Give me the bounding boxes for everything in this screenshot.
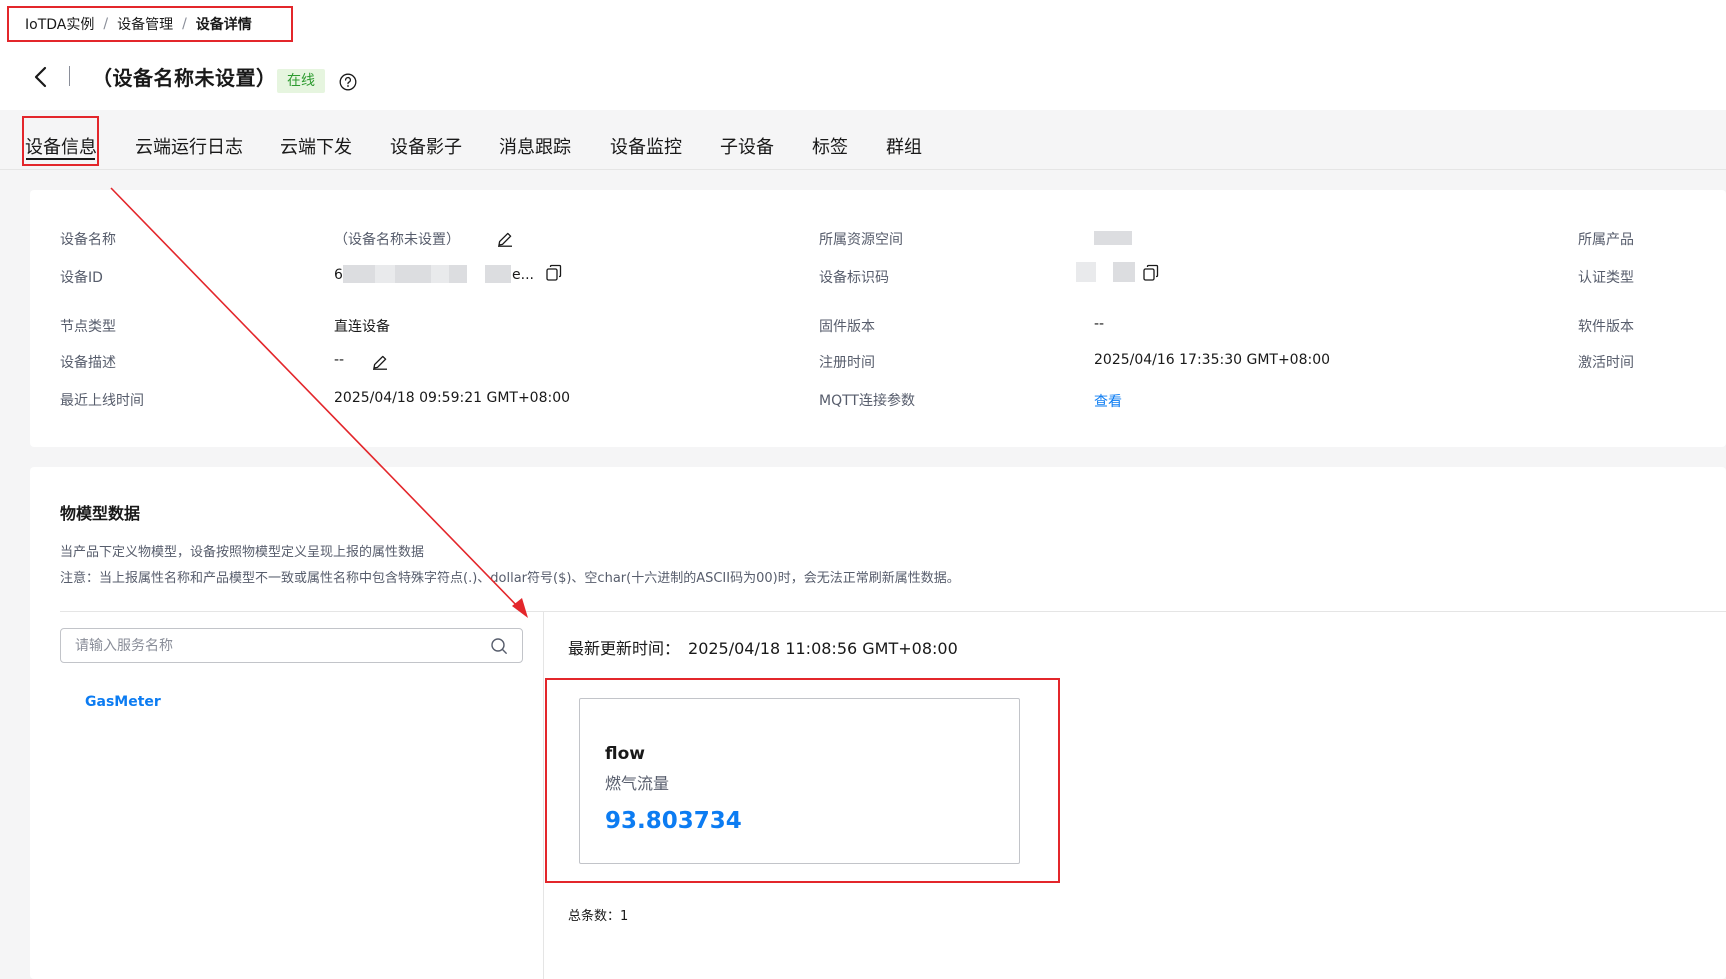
register-time-label: 注册时间 [819,355,875,371]
total-count-label: 总条数： [568,909,621,924]
mqtt-view-link[interactable]: 查看 [1094,391,1122,411]
device-identifier-label: 设备标识码 [819,270,889,286]
device-name-label: 设备名称 [60,232,116,248]
tab-device-monitor[interactable]: 设备监控 [610,133,682,159]
last-online-label: 最近上线时间 [60,393,144,409]
activate-time-label: 激活时间 [1578,355,1634,371]
firmware-label: 固件版本 [819,319,875,335]
redacted-block [395,265,431,283]
help-icon[interactable] [339,73,357,91]
tabs-divider [0,169,1726,170]
firmware-value: -- [1094,316,1105,332]
search-icon[interactable] [490,637,508,655]
section-divider [60,611,1726,612]
redacted-block [1076,262,1096,282]
tab-sub-device[interactable]: 子设备 [720,133,774,159]
service-item-gasmeter[interactable]: GasMeter [85,694,161,710]
redacted-block [1094,231,1132,245]
product-label: 所属产品 [1578,232,1634,248]
device-id-prefix: 6 [334,267,343,283]
node-type-value: 直连设备 [334,319,390,335]
redacted-block [375,265,395,283]
redacted-block [343,265,375,283]
tab-active-indicator [26,158,95,160]
tab-device-info[interactable]: 设备信息 [25,133,97,159]
panel-divider [543,612,544,979]
service-search-input[interactable] [75,629,475,662]
register-time-value: 2025/04/16 17:35:30 GMT+08:00 [1094,352,1331,368]
page-title: （设备名称未设置） [92,66,277,90]
device-id-suffix: e... [512,267,534,283]
back-arrow-icon[interactable] [30,64,52,90]
header-divider [69,66,70,86]
device-desc-label: 设备描述 [60,355,116,371]
total-count-value: 1 [620,909,629,924]
update-time: 最新更新时间： 2025/04/18 11:08:56 GMT+08:00 [568,635,958,659]
device-name-value: （设备名称未设置） [334,232,460,248]
tab-cloud-downlink[interactable]: 云端下发 [280,133,352,159]
mqtt-label: MQTT连接参数 [819,393,915,409]
edit-desc-icon[interactable] [371,353,389,371]
breadcrumb-item-device-management[interactable]: 设备管理 [117,14,173,34]
model-description: 当产品下定义物模型，设备按照物模型定义呈现上报的属性数据 [60,545,425,560]
breadcrumb-separator: / [182,16,187,32]
copy-id-icon[interactable] [545,264,563,282]
breadcrumb-item-device-detail: 设备详情 [195,17,252,33]
tab-device-shadow[interactable]: 设备影子 [390,133,462,159]
property-value: 93.803734 [605,808,742,834]
auth-type-label: 认证类型 [1578,270,1634,286]
redacted-block [449,265,467,283]
edit-name-icon[interactable] [496,230,514,248]
tab-message-trace[interactable]: 消息跟踪 [499,133,571,159]
update-time-value: 2025/04/18 11:08:56 GMT+08:00 [688,639,958,658]
tab-tags[interactable]: 标签 [812,133,848,159]
redacted-block [485,265,511,283]
node-type-label: 节点类型 [60,319,116,335]
breadcrumb-separator: / [103,16,109,32]
total-count: 总条数：1 [568,905,628,924]
breadcrumb-item-instance[interactable]: IoTDA实例 [25,14,94,34]
breadcrumb: IoTDA实例 / 设备管理 / 设备详情 [7,6,293,42]
resource-space-label: 所属资源空间 [819,232,903,248]
device-id-label: 设备ID [60,270,103,286]
model-notice: 注意：当上报属性名称和产品模型不一致或属性名称中包含特殊字符点(.)、dolla… [60,571,960,586]
property-description: 燃气流量 [605,774,670,793]
tab-groups[interactable]: 群组 [886,133,922,159]
device-desc-value: -- [334,352,345,368]
property-name: flow [605,744,645,764]
tab-cloud-run-log[interactable]: 云端运行日志 [135,133,243,159]
tab-bar [0,110,1726,170]
model-section-title: 物模型数据 [60,504,141,523]
software-label: 软件版本 [1578,319,1634,335]
last-online-value: 2025/04/18 09:59:21 GMT+08:00 [334,390,571,406]
update-time-label: 最新更新时间： [568,639,681,658]
redacted-block [1113,262,1135,282]
redacted-block [431,265,449,283]
status-badge: 在线 [277,69,325,93]
copy-identifier-icon[interactable] [1142,264,1160,282]
service-search-box[interactable] [60,628,523,663]
